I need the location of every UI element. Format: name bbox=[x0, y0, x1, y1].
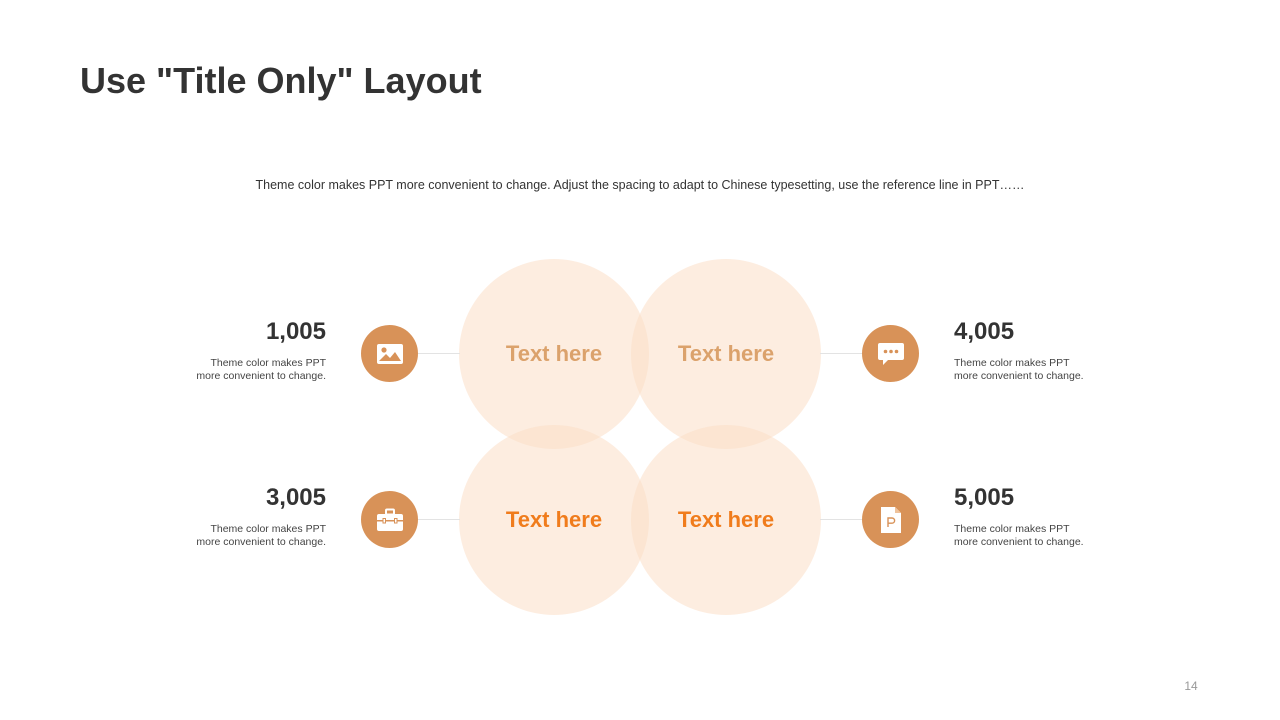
page-number: 14 bbox=[1184, 679, 1198, 693]
badge-bottom-left bbox=[361, 491, 418, 548]
circle-label-top-right: Text here bbox=[677, 341, 775, 366]
stat-description-line: Theme color makes PPT bbox=[954, 357, 1070, 369]
stat-description-bottom-right: Theme color makes PPT more convenient to… bbox=[954, 523, 1114, 549]
stat-description-line: more convenient to change. bbox=[954, 370, 1084, 382]
stat-description-line: Theme color makes PPT bbox=[210, 357, 326, 369]
slide-title: Use "Title Only" Layout bbox=[80, 60, 482, 101]
stat-description-line: Theme color makes PPT bbox=[210, 523, 326, 535]
connector-line-top-right bbox=[820, 353, 862, 354]
circle-label-bottom-left: Text here bbox=[505, 507, 603, 532]
connector-line-bottom-right bbox=[820, 519, 862, 520]
stat-value-top-left: 1,005 bbox=[265, 318, 326, 345]
image-icon bbox=[376, 343, 403, 364]
connector-line-top-left bbox=[418, 353, 460, 354]
stat-description-line: more convenient to change. bbox=[196, 370, 326, 382]
stat-description-line: Theme color makes PPT bbox=[954, 523, 1070, 535]
circle-top-left: Text here bbox=[459, 259, 649, 449]
stat-description-top-left: Theme color makes PPT more convenient to… bbox=[166, 357, 326, 383]
powerpoint-file-icon bbox=[880, 506, 901, 533]
connector-line-bottom-left bbox=[418, 519, 460, 520]
circle-bottom-left: Text here bbox=[459, 425, 649, 615]
stat-description-line: more convenient to change. bbox=[196, 536, 326, 548]
slide-subtitle: Theme color makes PPT more convenient to… bbox=[255, 178, 1025, 192]
stat-value-top-right: 4,005 bbox=[954, 318, 1015, 345]
badge-bottom-right bbox=[862, 491, 919, 548]
circle-bottom-right: Text here bbox=[631, 425, 821, 615]
briefcase-icon bbox=[376, 508, 403, 531]
stat-value-bottom-left: 3,005 bbox=[265, 484, 326, 511]
slide: Use "Title Only" Layout Theme color make… bbox=[0, 0, 1280, 720]
stat-value-bottom-right: 5,005 bbox=[954, 484, 1015, 511]
circle-label-top-left: Text here bbox=[505, 341, 603, 366]
circle-label-bottom-right: Text here bbox=[677, 507, 775, 532]
circle-top-right: Text here bbox=[631, 259, 821, 449]
badge-top-right bbox=[862, 325, 919, 382]
chat-bubble-icon bbox=[877, 342, 904, 365]
stat-description-line: more convenient to change. bbox=[954, 536, 1084, 548]
badge-top-left bbox=[361, 325, 418, 382]
stat-description-top-right: Theme color makes PPT more convenient to… bbox=[954, 357, 1114, 383]
stat-description-bottom-left: Theme color makes PPT more convenient to… bbox=[166, 523, 326, 549]
